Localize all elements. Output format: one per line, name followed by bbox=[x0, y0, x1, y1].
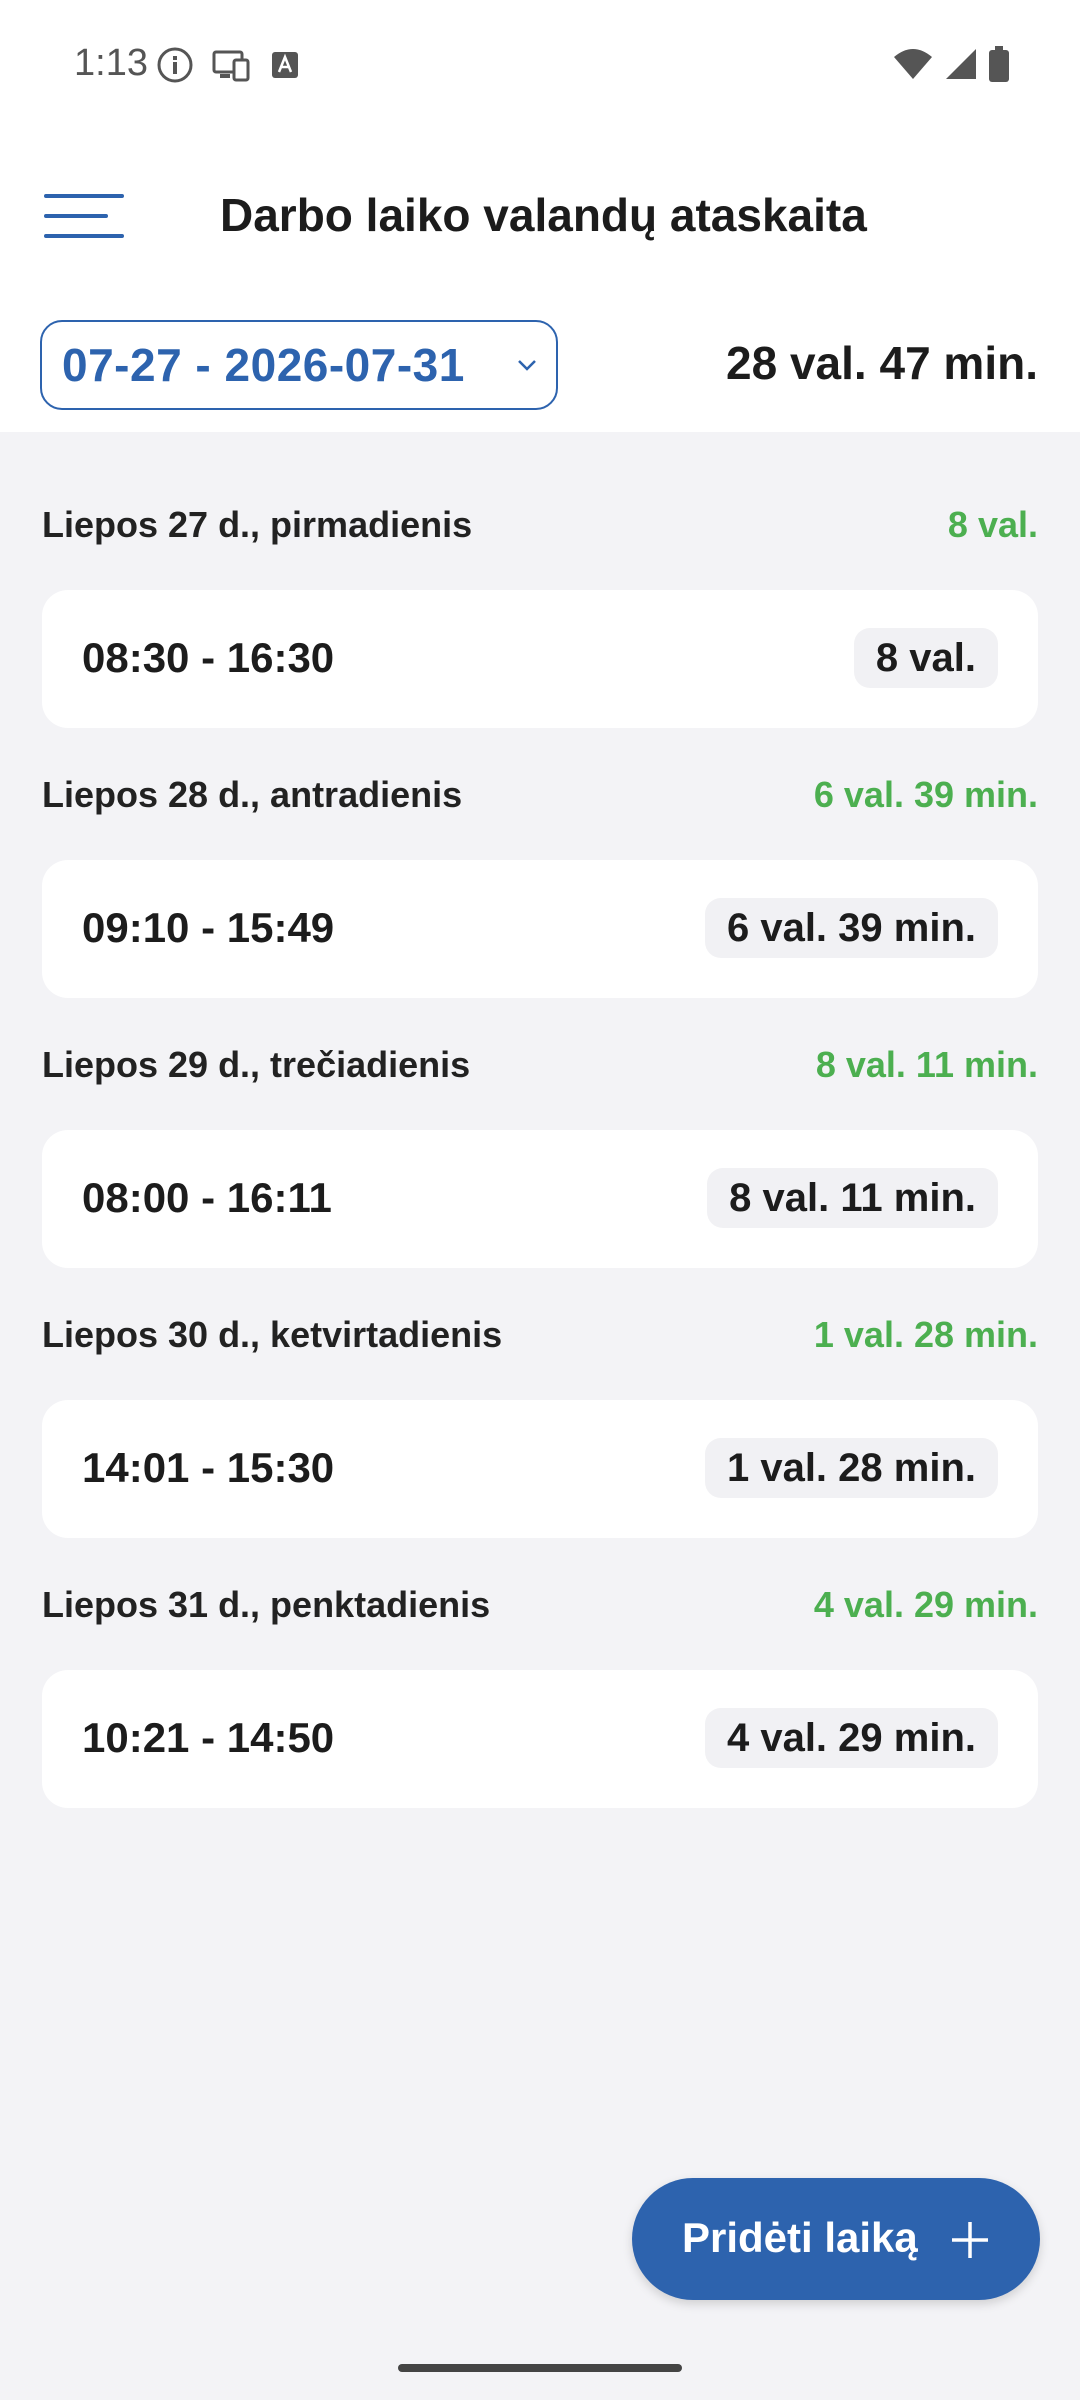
entry-duration-badge: 6 val. 39 min. bbox=[704, 898, 998, 958]
day-label: Liepos 31 d., penktadienis bbox=[42, 1584, 491, 1625]
hamburger-menu-icon[interactable] bbox=[44, 194, 124, 238]
day-total: 6 val. 39 min. bbox=[813, 774, 1038, 815]
day-total: 8 val. bbox=[947, 504, 1038, 545]
day-header: Liepos 27 d., pirmadienis 8 val. bbox=[42, 504, 1038, 554]
total-hours: 28 val. 47 min. bbox=[726, 337, 1038, 389]
day-label: Liepos 28 d., antradienis bbox=[42, 774, 463, 815]
time-entry-card[interactable]: 14:01 - 15:30 1 val. 28 min. bbox=[42, 1400, 1038, 1538]
status-icons-right bbox=[892, 46, 1010, 82]
date-range-value: 07-27 - 2026-07-31 bbox=[62, 339, 465, 391]
entry-duration-badge: 8 val. 11 min. bbox=[707, 1168, 998, 1228]
time-entry-card[interactable]: 08:00 - 16:11 8 val. 11 min. bbox=[42, 1130, 1038, 1268]
day-total: 8 val. 11 min. bbox=[815, 1044, 1038, 1085]
day-header: Liepos 31 d., penktadienis 4 val. 29 min… bbox=[42, 1584, 1038, 1634]
entry-duration-badge: 4 val. 29 min. bbox=[704, 1708, 998, 1768]
time-entry-card[interactable]: 08:30 - 16:30 8 val. bbox=[42, 590, 1038, 728]
status-time: 1:13 bbox=[74, 42, 148, 84]
entry-time-range: 14:01 - 15:30 bbox=[82, 1444, 335, 1491]
status-icons-left bbox=[156, 46, 300, 84]
entry-time-range: 08:00 - 16:11 bbox=[82, 1174, 332, 1221]
day-label: Liepos 30 d., ketvirtadienis bbox=[42, 1314, 503, 1355]
info-icon bbox=[157, 47, 193, 83]
time-entry-card[interactable]: 10:21 - 14:50 4 val. 29 min. bbox=[42, 1670, 1038, 1808]
day-total: 1 val. 28 min. bbox=[813, 1314, 1038, 1355]
battery-icon bbox=[989, 46, 1009, 82]
day-header: Liepos 28 d., antradienis 6 val. 39 min. bbox=[42, 774, 1038, 824]
signal-icon bbox=[946, 49, 976, 79]
page-title: Darbo laiko valandų ataskaita bbox=[220, 189, 867, 241]
cast-icon bbox=[212, 50, 250, 82]
chevron-down-icon bbox=[518, 360, 536, 371]
entry-time-range: 09:10 - 15:49 bbox=[82, 904, 335, 951]
day-header: Liepos 30 d., ketvirtadienis 1 val. 28 m… bbox=[42, 1314, 1038, 1364]
entry-time-range: 08:30 - 16:30 bbox=[82, 634, 335, 681]
day-label: Liepos 27 d., pirmadienis bbox=[42, 504, 473, 545]
entry-duration-badge: 8 val. bbox=[853, 628, 998, 688]
time-entry-card[interactable]: 09:10 - 15:49 6 val. 39 min. bbox=[42, 860, 1038, 998]
plus-icon bbox=[952, 2222, 988, 2258]
add-time-label: Pridėti laiką bbox=[682, 2214, 918, 2261]
keyboard-icon bbox=[272, 52, 298, 78]
wifi-icon bbox=[894, 49, 932, 79]
status-bar: 1:13 bbox=[0, 0, 1080, 130]
date-range-select[interactable]: 07-27 - 2026-07-31 bbox=[40, 320, 558, 410]
add-time-button[interactable]: Pridėti laiką bbox=[632, 2178, 1040, 2300]
entry-time-range: 10:21 - 14:50 bbox=[82, 1714, 335, 1761]
day-label: Liepos 29 d., trečiadienis bbox=[42, 1044, 471, 1085]
home-indicator[interactable] bbox=[398, 2364, 682, 2372]
day-total: 4 val. 29 min. bbox=[813, 1584, 1038, 1625]
entry-duration-badge: 1 val. 28 min. bbox=[704, 1438, 998, 1498]
day-header: Liepos 29 d., trečiadienis 8 val. 11 min… bbox=[42, 1044, 1038, 1094]
